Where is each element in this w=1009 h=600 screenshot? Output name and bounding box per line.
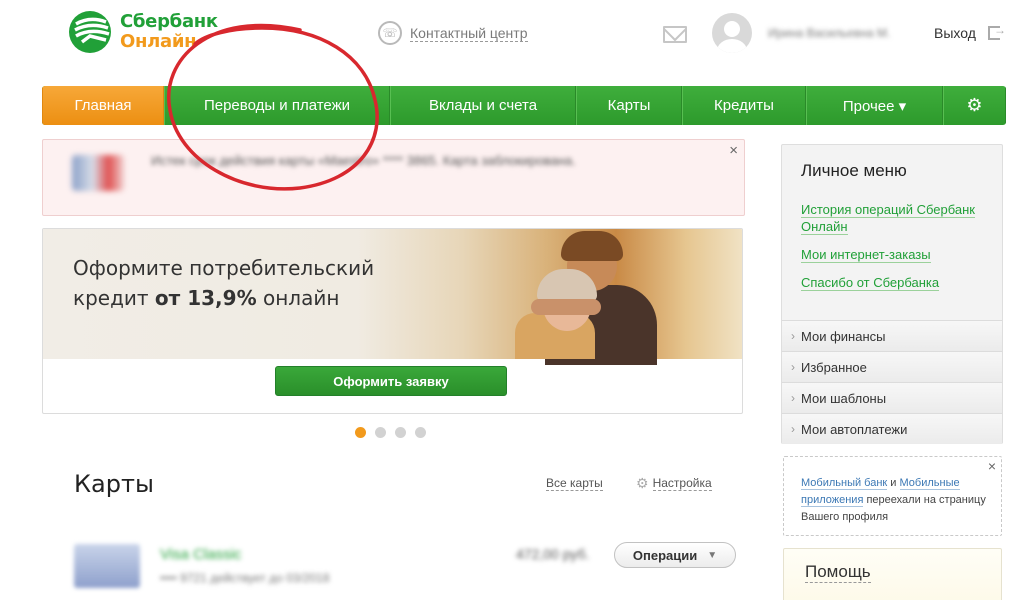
sberbank-logo[interactable]: Сбербанк Онлайн (68, 10, 218, 54)
help-link[interactable]: Помощь (805, 562, 871, 583)
personal-menu-links: История операций Сбербанк Онлайн Мои инт… (801, 201, 996, 302)
nav-item-cards[interactable]: Карты (576, 86, 682, 125)
link-spasibo-label: Спасибо от Сбербанка (801, 275, 940, 291)
promo-rate: от 13,9% (154, 286, 257, 310)
promo-title-line-2-prefix: кредит (73, 286, 155, 310)
promo-image: Оформите потребительский кредит от 13,9%… (43, 229, 742, 365)
promo-title: Оформите потребительский кредит от 13,9%… (73, 253, 374, 313)
carousel-dot[interactable] (375, 427, 386, 438)
mail-icon[interactable] (663, 26, 687, 43)
main-nav: Главная Переводы и платежи Вклады и счет… (42, 86, 1006, 125)
carousel-dot[interactable] (415, 427, 426, 438)
promo-banner: Оформите потребительский кредит от 13,9%… (42, 228, 743, 414)
link-spasibo[interactable]: Спасибо от Сбербанка (801, 274, 996, 291)
link-operations-history[interactable]: История операций Сбербанк Онлайн (801, 201, 996, 235)
mobile-bank-link[interactable]: Мобильный банк (801, 477, 888, 490)
nav-item-other[interactable]: Прочее ▾ (806, 86, 943, 125)
logout-link[interactable]: Выход (934, 25, 976, 41)
promo-title-line-1: Оформите потребительский (73, 256, 375, 280)
carousel-dot[interactable] (395, 427, 406, 438)
link-internet-orders-label: Мои интернет-заказы (801, 247, 931, 263)
operations-label: Операции (632, 547, 698, 563)
phone-icon: ☏ (378, 21, 402, 45)
sberbank-logo-icon (69, 11, 111, 53)
help-box: Помощь (783, 548, 1002, 600)
sidebar-item-finances[interactable]: Мои финансы (782, 320, 1002, 351)
notification-text: Истек срок действия карты «Maestro» ****… (151, 153, 576, 168)
promo-couple-image (505, 229, 657, 365)
close-icon[interactable]: × (729, 142, 738, 159)
logo-text: Сбербанк Онлайн (120, 12, 218, 52)
promo-title-line-2-suffix: онлайн (256, 286, 340, 310)
mobile-bank-notice: Мобильный банк и Мобильные приложения пе… (783, 456, 1002, 536)
cards-section-title: Карты (74, 470, 154, 498)
personal-menu-title: Личное меню (801, 161, 907, 180)
logo-line-1: Сбербанк (120, 11, 218, 32)
notice-and: и (887, 477, 900, 489)
all-cards-link[interactable]: Все карты (546, 476, 603, 491)
card-image[interactable] (74, 544, 140, 588)
apply-button[interactable]: Оформить заявку (275, 366, 507, 396)
contact-center-link[interactable]: Контактный центр (410, 25, 528, 42)
close-icon[interactable]: × (988, 458, 996, 475)
carousel-dot[interactable] (355, 427, 366, 438)
carousel-dots (355, 427, 426, 438)
logout-icon[interactable] (988, 23, 1006, 40)
sidebar-item-templates[interactable]: Мои шаблоны (782, 382, 1002, 413)
sidebar-item-autopayments[interactable]: Мои автоплатежи (782, 413, 1002, 444)
card-balance: 472,00 руб. (516, 546, 590, 562)
notification-banner: Истек срок действия карты «Maestro» ****… (42, 139, 745, 216)
chevron-down-icon: ▼ (707, 549, 718, 561)
nav-item-home[interactable]: Главная (42, 86, 164, 125)
user-avatar[interactable] (712, 13, 752, 53)
user-name[interactable]: Ирина Васильевна М. (768, 26, 890, 40)
contact-center[interactable]: ☏ Контактный центр (378, 21, 528, 45)
sidebar-item-favorites[interactable]: Избранное (782, 351, 1002, 382)
personal-menu: Личное меню История операций Сбербанк Он… (781, 144, 1003, 444)
link-internet-orders[interactable]: Мои интернет-заказы (801, 246, 996, 263)
link-operations-history-label: История операций Сбербанк Онлайн (801, 202, 975, 235)
card-icon (72, 155, 124, 191)
cards-settings-link[interactable]: Настройка (652, 476, 712, 491)
card-number: •••• 9721 действует до 03/2018 (160, 571, 330, 585)
card-name[interactable]: Visa Classic (160, 546, 241, 563)
nav-item-deposits[interactable]: Вклады и счета (390, 86, 576, 125)
operations-button[interactable]: Операции ▼ (614, 542, 736, 568)
nav-item-transfers[interactable]: Переводы и платежи (164, 86, 390, 125)
cards-settings[interactable]: ⚙ Настройка (636, 475, 712, 492)
logo-line-2: Онлайн (120, 31, 197, 52)
nav-item-credits[interactable]: Кредиты (682, 86, 806, 125)
gear-icon: ⚙ (636, 475, 649, 491)
gear-icon[interactable]: ⚙ (943, 86, 1006, 125)
